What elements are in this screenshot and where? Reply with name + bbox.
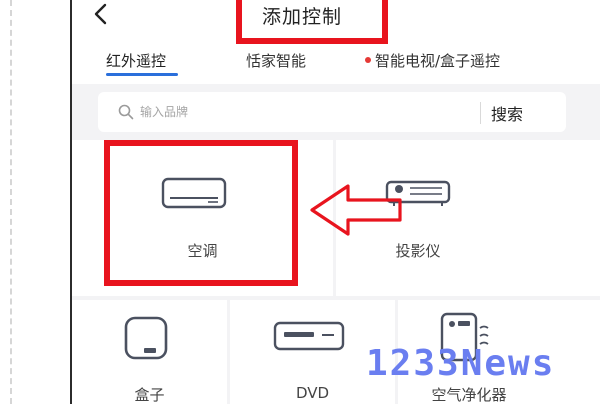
new-dot-badge <box>365 57 371 63</box>
device-label: 空气净化器 <box>431 386 507 404</box>
gutter-dashed-line <box>10 0 12 404</box>
search-button[interactable]: 搜索 <box>491 101 523 125</box>
brand-search-input[interactable] <box>140 102 460 122</box>
pointer-arrow-icon <box>310 184 402 236</box>
device-tile-tv-box[interactable]: 盒子 <box>72 300 227 404</box>
dvd-player-icon <box>273 321 345 351</box>
device-label: 投影仪 <box>395 242 441 260</box>
device-label: 盒子 <box>134 386 165 404</box>
tab-tianjia-smart[interactable]: 恬家智能 <box>246 50 306 71</box>
air-conditioner-highlight-box <box>104 140 298 286</box>
search-icon <box>118 104 134 120</box>
active-tab-indicator <box>106 73 178 76</box>
tv-box-icon <box>124 316 168 360</box>
watermark-text: 1233News <box>366 343 556 384</box>
left-gutter <box>0 0 70 404</box>
tab-infrared-remote[interactable]: 红外遥控 <box>106 50 166 71</box>
search-divider <box>480 102 481 124</box>
title-highlight-box <box>236 0 388 44</box>
search-bar: 搜索 <box>98 92 566 132</box>
tab-smart-tv-box-remote[interactable]: 智能电视/盒子遥控 <box>375 50 500 71</box>
back-arrow-icon[interactable] <box>90 2 112 28</box>
tab-bar: 红外遥控 恬家智能 智能电视/盒子遥控 <box>72 40 600 84</box>
